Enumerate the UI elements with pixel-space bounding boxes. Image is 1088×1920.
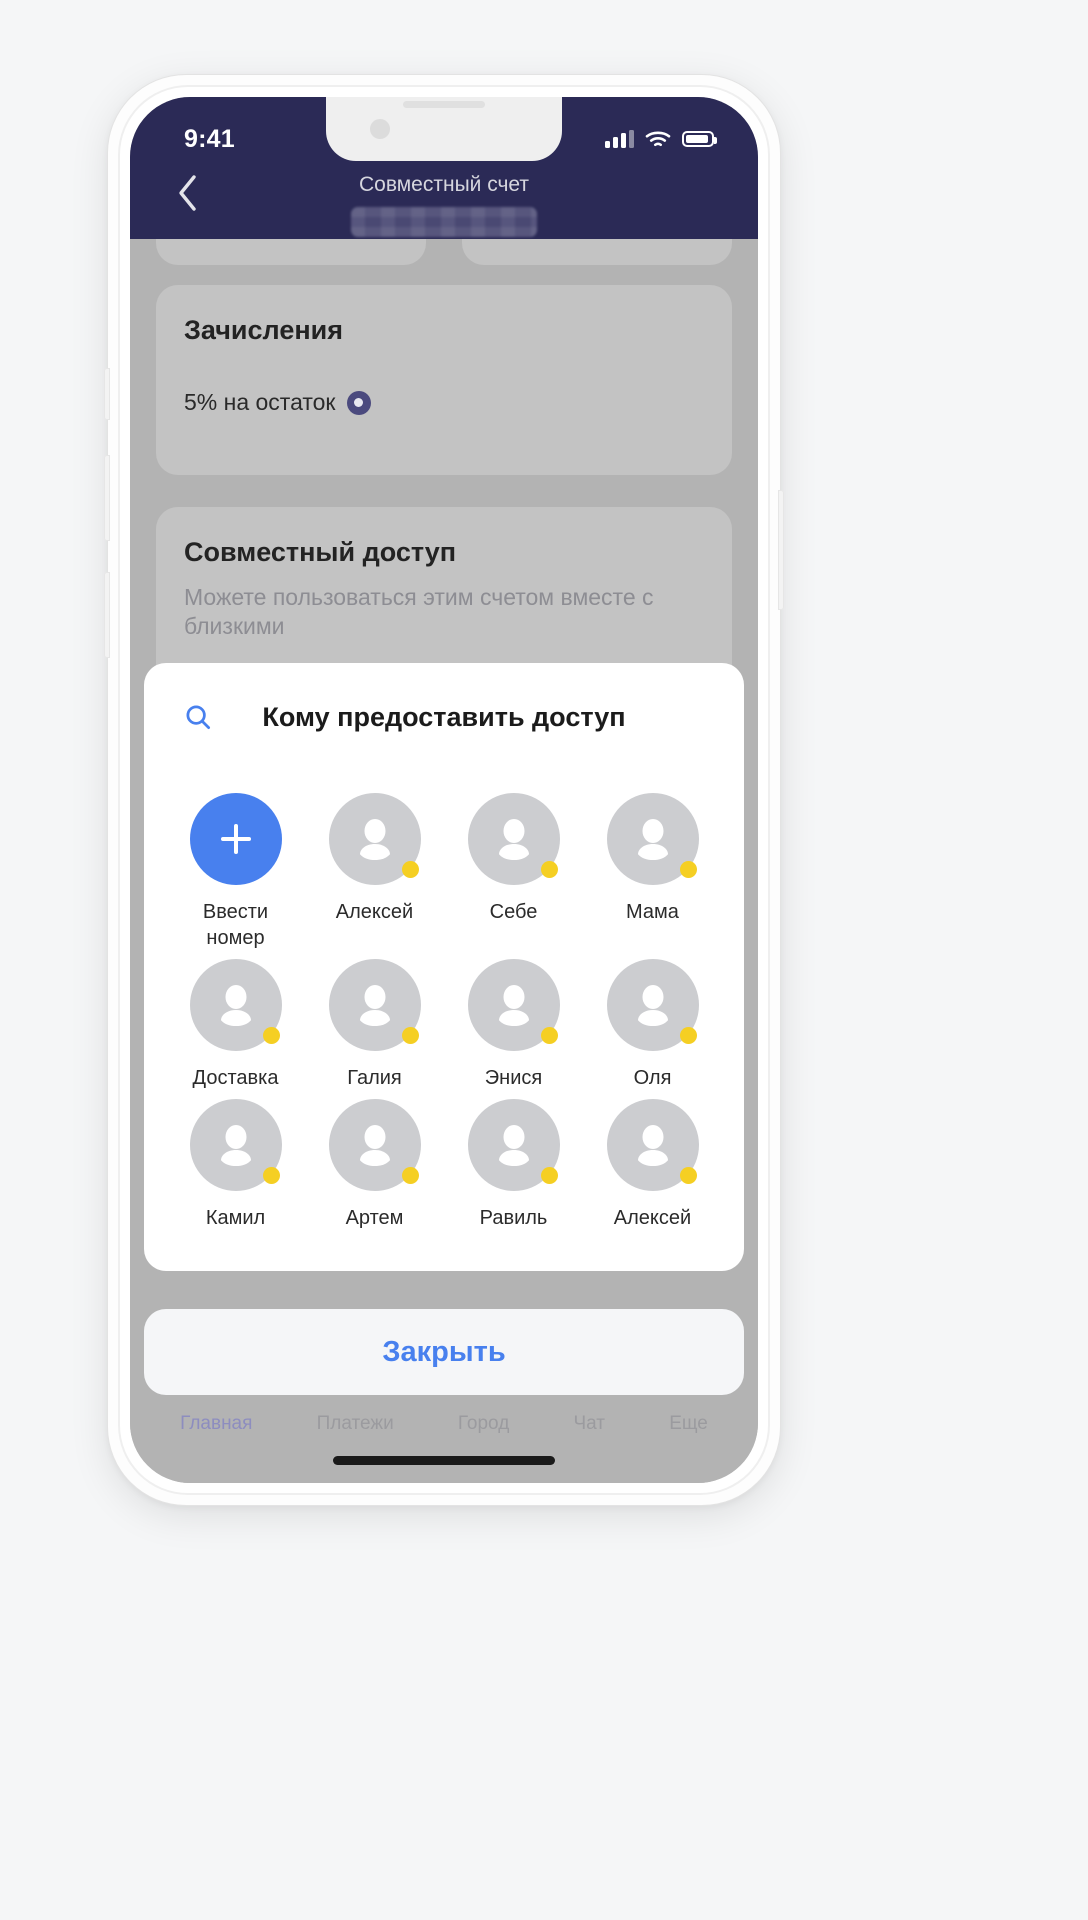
cellular-signal-icon [605, 130, 634, 148]
volume-up-button[interactable] [104, 455, 110, 541]
front-camera [370, 119, 390, 139]
tab-city[interactable]: Город [458, 1413, 509, 1435]
contact-label: Мама [626, 901, 679, 923]
status-dot-icon [679, 1027, 697, 1044]
contact-label: Камил [205, 1207, 266, 1229]
page-title: Совместный счет [358, 173, 530, 196]
contact-item[interactable]: Камил [166, 1099, 305, 1231]
status-icons [605, 127, 717, 151]
contact-item[interactable]: Равиль [444, 1099, 583, 1231]
tab-payments[interactable]: Платежи [317, 1413, 394, 1435]
avatar-wrapper [467, 959, 560, 1051]
card-shared-access-description: Можете пользоваться этим счетом вместе с… [184, 584, 654, 640]
avatar-wrapper [328, 793, 421, 885]
card-deposits[interactable]: Зачисления 5% на остаток [156, 285, 732, 475]
contact-item[interactable]: Мама [583, 793, 722, 951]
tab-chat[interactable]: Чат [573, 1413, 605, 1435]
card-deposits-rate-label: 5% на остаток [184, 389, 336, 415]
contact-add-number[interactable]: Ввести номер [166, 793, 305, 951]
close-button-label: Закрыть [382, 1335, 506, 1368]
avatar-wrapper [328, 959, 421, 1051]
avatar-wrapper [606, 1099, 699, 1191]
status-dot-icon [262, 1027, 280, 1044]
avatar-wrapper [189, 1099, 282, 1191]
contact-item[interactable]: Себе [444, 793, 583, 951]
contact-label: Ввести номер [202, 901, 269, 949]
contact-label: Артем [345, 1207, 404, 1229]
status-dot-icon [540, 1027, 558, 1044]
card-deposits-title: Зачисления [184, 315, 344, 345]
contact-item[interactable]: Артем [305, 1099, 444, 1231]
volume-down-button[interactable] [104, 572, 110, 658]
card-shared-access-title: Совместный доступ [184, 537, 457, 567]
status-dot-icon [401, 1027, 419, 1044]
contact-label: Равиль [479, 1207, 548, 1229]
contact-item[interactable]: Доставка [166, 959, 305, 1091]
avatar-wrapper [189, 793, 282, 885]
status-dot-icon [401, 1167, 419, 1184]
wifi-icon [645, 130, 671, 146]
bottom-tab-bar: Главная Платежи Город Чат Еще [130, 1413, 758, 1435]
avatar-wrapper [467, 1099, 560, 1191]
battery-icon [682, 131, 717, 147]
share-access-sheet: Кому предоставить доступ Ввести номер Але… [144, 663, 744, 1271]
tab-main[interactable]: Главная [180, 1413, 252, 1435]
page-subtitle-redacted [351, 207, 537, 237]
plus-icon [219, 822, 253, 856]
status-time: 9:41 [184, 125, 235, 153]
silent-switch[interactable] [104, 368, 110, 420]
avatar-wrapper [328, 1099, 421, 1191]
device-notch [326, 97, 562, 161]
contact-label: Алексей [335, 901, 414, 923]
contact-label: Энися [484, 1067, 543, 1089]
status-dot-icon [401, 861, 419, 878]
tab-more[interactable]: Еще [669, 1413, 708, 1435]
contact-item[interactable]: Галия [305, 959, 444, 1091]
percent-badge-icon [346, 390, 371, 415]
contact-item[interactable]: Оля [583, 959, 722, 1091]
contact-label: Галия [347, 1067, 402, 1089]
contact-grid: Ввести номер Алексей Себе Мама Доставка Галия… [144, 771, 744, 1271]
status-dot-icon [540, 1167, 558, 1184]
status-dot-icon [679, 1167, 697, 1184]
status-dot-icon [540, 861, 558, 878]
avatar-wrapper [606, 959, 699, 1051]
status-dot-icon [679, 861, 697, 878]
contact-label: Алексей [613, 1207, 692, 1229]
contact-item[interactable]: Энися [444, 959, 583, 1091]
avatar-wrapper [189, 959, 282, 1051]
avatar-wrapper [467, 793, 560, 885]
sheet-header: Кому предоставить доступ [144, 663, 744, 771]
phone-screen: Зачисления 5% на остаток Совместный дост… [130, 97, 758, 1483]
home-indicator[interactable] [333, 1456, 555, 1465]
sheet-title: Кому предоставить доступ [262, 701, 626, 732]
status-dot-icon [262, 1167, 280, 1184]
contact-label: Доставка [192, 1067, 279, 1089]
earpiece-speaker [403, 101, 485, 108]
contact-item[interactable]: Алексей [305, 793, 444, 951]
plus-icon [189, 793, 282, 885]
power-button[interactable] [778, 490, 784, 610]
search-icon[interactable] [178, 697, 218, 737]
contact-item[interactable]: Алексей [583, 1099, 722, 1231]
close-button[interactable]: Закрыть [144, 1309, 744, 1395]
card-deposits-rate-row: 5% на остаток [184, 389, 371, 416]
contact-label: Оля [633, 1067, 672, 1089]
contact-label: Себе [489, 901, 538, 923]
avatar-wrapper [606, 793, 699, 885]
